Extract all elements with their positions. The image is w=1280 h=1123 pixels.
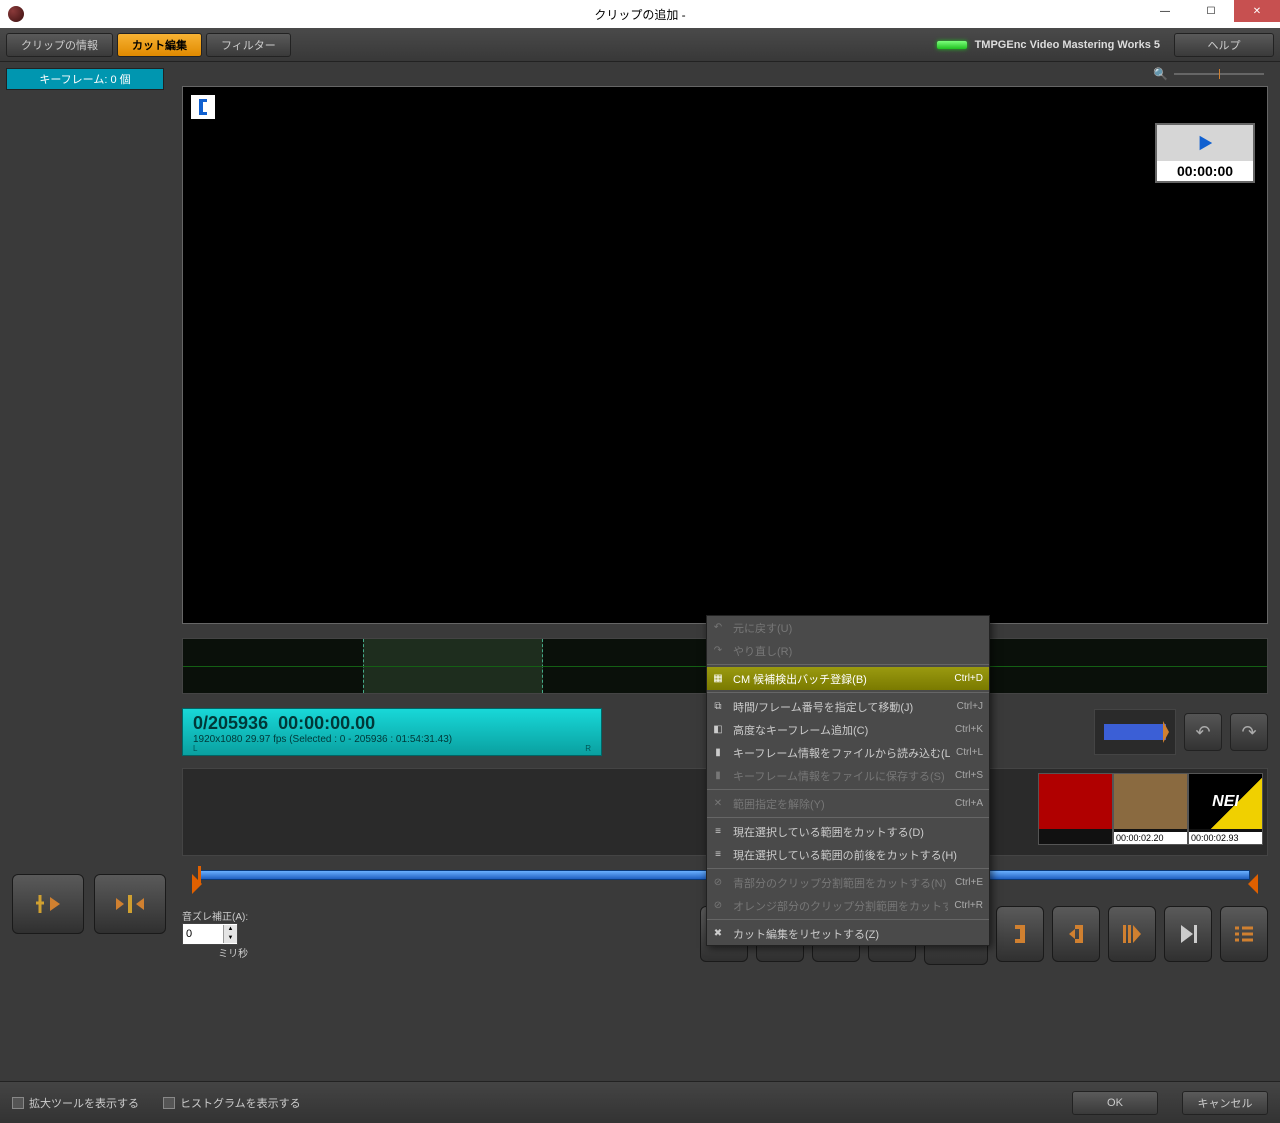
show-histogram-checkbox[interactable]: ヒストグラムを表示する — [163, 1095, 301, 1111]
set-out-button[interactable] — [1052, 906, 1100, 962]
cancel-button[interactable]: キャンセル — [1182, 1091, 1268, 1115]
context-menu-item[interactable]: ▦ CM 候補検出バッチ登録(B) Ctrl+D — [707, 667, 989, 690]
context-menu-item[interactable]: ✖ カット編集をリセットする(Z) — [707, 922, 989, 945]
menu-item-shortcut: Ctrl+A — [955, 798, 983, 809]
context-menu-item: ↷ やり直し(R) — [707, 639, 989, 662]
menu-item-icon: ✖ — [709, 926, 727, 942]
next-keyframe-button[interactable] — [1164, 906, 1212, 962]
brand-text: TMPGEnc Video Mastering Works 5 — [975, 39, 1160, 51]
context-menu-item[interactable]: ▮ キーフレーム情報をファイルから読み込む(L) Ctrl+L — [707, 741, 989, 764]
brand: TMPGEnc Video Mastering Works 5 — [937, 39, 1160, 51]
search-icon[interactable]: 🔍 — [1153, 67, 1168, 81]
keyframe-sidebar: キーフレーム: 0 個 — [0, 62, 170, 970]
context-menu-item: ⊘ 青部分のクリップ分割範囲をカットする(N) Ctrl+E — [707, 871, 989, 894]
title-bar: クリップの追加 - — ☐ ✕ — [0, 0, 1280, 28]
list-button[interactable] — [1220, 906, 1268, 962]
tab-filter[interactable]: フィルター — [206, 33, 291, 57]
spin-up-icon[interactable]: ▲ — [223, 925, 237, 934]
menu-item-icon: ⧉ — [709, 699, 727, 715]
maximize-button[interactable]: ☐ — [1188, 0, 1234, 22]
menu-item-icon: ◧ — [709, 722, 727, 738]
status-led-icon — [937, 41, 967, 49]
window-title: クリップの追加 - — [594, 6, 685, 23]
range-indicator — [1094, 709, 1176, 755]
menu-item-icon: ▮ — [709, 768, 727, 784]
context-menu-item: ✕ 範囲指定を解除(Y) Ctrl+A — [707, 792, 989, 815]
zoom-row: 🔍 — [170, 62, 1280, 86]
menu-item-label: 時間/フレーム番号を指定して移動(J) — [733, 699, 951, 715]
menu-item-icon: ≡ — [709, 847, 727, 863]
context-menu-item: ▮ キーフレーム情報をファイルに保存する(S) Ctrl+S — [707, 764, 989, 787]
context-menu-item: ↶ 元に戻す(U) — [707, 616, 989, 639]
dialog-footer: 拡大ツールを表示する ヒストグラムを表示する OK キャンセル — [0, 1081, 1280, 1123]
context-menu-item[interactable]: ◧ 高度なキーフレーム追加(C) Ctrl+K — [707, 718, 989, 741]
menu-item-label: 高度なキーフレーム追加(C) — [733, 722, 949, 738]
help-button[interactable]: ヘルプ — [1174, 33, 1274, 57]
step-forward-button[interactable] — [1108, 906, 1156, 962]
context-menu-item: ⊘ オレンジ部分のクリップ分割範囲をカットする(M) Ctrl+R — [707, 894, 989, 917]
thumbnail[interactable] — [1038, 773, 1113, 845]
close-button[interactable]: ✕ — [1234, 0, 1280, 22]
menu-item-label: 青部分のクリップ分割範囲をカットする(N) — [733, 875, 949, 891]
menu-item-shortcut: Ctrl+E — [955, 877, 983, 888]
expand-split-button[interactable] — [94, 874, 166, 934]
menu-item-label: 範囲指定を解除(Y) — [733, 796, 949, 812]
context-menu-item[interactable]: ≡ 現在選択している範囲をカットする(D) — [707, 820, 989, 843]
mark-in-icon — [191, 95, 215, 119]
audio-sync-unit: ミリ秒 — [182, 945, 248, 960]
pip-thumbnail[interactable]: 00:00:00 — [1155, 123, 1255, 183]
thumbnail[interactable]: NEI00:00:02.93 — [1188, 773, 1263, 845]
menu-item-label: 現在選択している範囲の前後をカットする(H) — [733, 847, 977, 863]
mark-out-button[interactable] — [996, 906, 1044, 962]
menu-item-icon: ↷ — [709, 643, 727, 659]
pip-timecode: 00:00:00 — [1157, 161, 1253, 181]
ok-button[interactable]: OK — [1072, 1091, 1158, 1115]
context-menu-item[interactable]: ⧉ 時間/フレーム番号を指定して移動(J) Ctrl+J — [707, 695, 989, 718]
menu-item-icon: ▦ — [709, 671, 727, 687]
menu-item-label: カット編集をリセットする(Z) — [733, 926, 977, 942]
menu-item-icon: ↶ — [709, 620, 727, 636]
menu-item-label: キーフレーム情報をファイルから読み込む(L) — [733, 745, 950, 761]
menu-item-label: キーフレーム情報をファイルに保存する(S) — [733, 768, 949, 784]
toolbar: クリップの情報 カット編集 フィルター TMPGEnc Video Master… — [0, 28, 1280, 62]
menu-item-shortcut: Ctrl+D — [954, 673, 983, 684]
thumbnail[interactable]: 00:00:02.20 — [1113, 773, 1188, 845]
menu-item-icon: ⊘ — [709, 875, 727, 891]
menu-item-label: 元に戻す(U) — [733, 620, 977, 636]
tab-clip-info[interactable]: クリップの情報 — [6, 33, 113, 57]
audio-sync-label: 音ズレ補正(A): — [182, 908, 248, 923]
menu-item-shortcut: Ctrl+L — [956, 747, 983, 758]
spin-down-icon[interactable]: ▼ — [223, 934, 237, 943]
video-preview[interactable]: 00:00:00 — [182, 86, 1268, 624]
keyframe-header: キーフレーム: 0 個 — [6, 68, 164, 90]
undo-button[interactable]: ↶ — [1184, 713, 1222, 751]
tab-cut-edit[interactable]: カット編集 — [117, 33, 202, 57]
zoom-slider[interactable] — [1174, 73, 1264, 75]
context-menu-item[interactable]: ≡ 現在選択している範囲の前後をカットする(H) — [707, 843, 989, 866]
menu-item-label: やり直し(R) — [733, 643, 977, 659]
menu-item-icon: ⊘ — [709, 898, 727, 914]
menu-item-icon: ✕ — [709, 796, 727, 812]
menu-item-icon: ▮ — [709, 745, 727, 761]
redo-button[interactable]: ↷ — [1230, 713, 1268, 751]
in-marker-icon[interactable] — [192, 874, 202, 894]
menu-item-icon: ≡ — [709, 824, 727, 840]
menu-item-shortcut: Ctrl+J — [957, 701, 983, 712]
menu-item-shortcut: Ctrl+R — [954, 900, 983, 911]
menu-item-label: オレンジ部分のクリップ分割範囲をカットする(M) — [733, 898, 948, 914]
play-icon — [1157, 125, 1253, 161]
frame-counter: 0/205936 00:00:00.00 1920x1080 29.97 fps… — [182, 708, 602, 756]
audio-sync-control: 音ズレ補正(A): ▲▼ ミリ秒 — [182, 908, 248, 960]
menu-item-label: 現在選択している範囲をカットする(D) — [733, 824, 977, 840]
menu-item-shortcut: Ctrl+K — [955, 724, 983, 735]
menu-item-shortcut: Ctrl+S — [955, 770, 983, 781]
out-marker-icon[interactable] — [1248, 874, 1258, 894]
show-zoom-tool-checkbox[interactable]: 拡大ツールを表示する — [12, 1095, 139, 1111]
add-split-button[interactable] — [12, 874, 84, 934]
app-icon — [8, 6, 24, 22]
audio-sync-input[interactable] — [183, 928, 223, 940]
minimize-button[interactable]: — — [1142, 0, 1188, 22]
context-menu[interactable]: ↶ 元に戻す(U) ↷ やり直し(R) ▦ CM 候補検出バッチ登録(B) Ctrl+D ⧉ 時… — [706, 615, 990, 946]
menu-item-label: CM 候補検出バッチ登録(B) — [733, 671, 948, 687]
